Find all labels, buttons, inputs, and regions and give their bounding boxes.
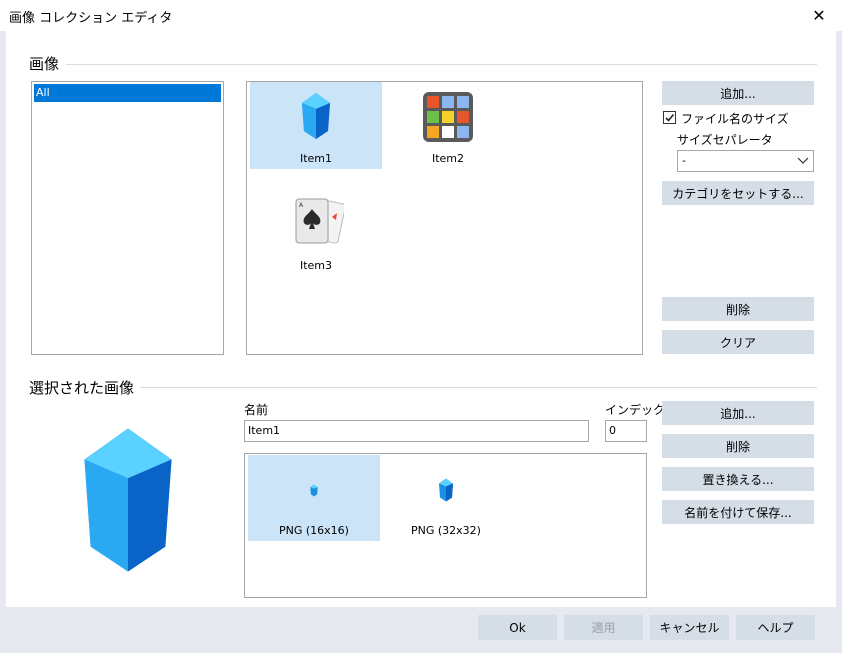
crystal-icon [439, 478, 453, 502]
image-size-list[interactable]: PNG (16x16) PNG (32x32) [244, 453, 647, 598]
selected-section-divider [140, 387, 817, 388]
name-input[interactable]: Item1 [244, 420, 589, 442]
image-collection-editor-window: 画像 コレクション エディタ ✕ 画像 All Item1 Item2 A It… [0, 0, 842, 653]
size-item-16[interactable]: PNG (16x16) [248, 455, 380, 541]
index-input[interactable]: 0 [605, 420, 647, 442]
image-item-item1[interactable]: Item1 [250, 82, 382, 169]
delete-size-button[interactable]: 削除 [662, 434, 814, 458]
window-frame-left [0, 31, 6, 607]
filename-size-checkbox[interactable] [663, 111, 676, 124]
image-item-label: Item1 [299, 152, 333, 165]
add-size-button[interactable]: 追加... [662, 401, 814, 425]
crystal-icon [302, 93, 330, 139]
window-title: 画像 コレクション エディタ [9, 11, 173, 26]
save-as-button[interactable]: 名前を付けて保存... [662, 500, 814, 524]
size-separator-label: サイズセパレータ [677, 133, 773, 147]
size-item-label: PNG (32x32) [411, 524, 481, 537]
help-button[interactable]: ヘルプ [736, 615, 815, 640]
image-item-item3[interactable]: A Item3 [250, 189, 382, 276]
image-item-item2[interactable]: Item2 [382, 82, 514, 169]
delete-image-button[interactable]: 削除 [662, 297, 814, 321]
replace-button[interactable]: 置き換える... [662, 467, 814, 491]
set-category-button[interactable]: カテゴリをセットする... [662, 181, 814, 205]
clear-button[interactable]: クリア [662, 330, 814, 354]
image-item-label: Item2 [431, 152, 465, 165]
title-bar: 画像 コレクション エディタ ✕ [0, 0, 842, 31]
ok-button[interactable]: Ok [478, 615, 557, 640]
filename-size-label: ファイル名のサイズ [681, 112, 789, 126]
dialog-footer: Ok 適用 キャンセル ヘルプ [0, 607, 842, 653]
window-frame-right [836, 31, 842, 607]
category-item-all[interactable]: All [34, 84, 221, 102]
image-item-label: Item3 [299, 259, 333, 272]
size-separator-value: - [682, 154, 686, 167]
crystal-icon [310, 484, 318, 497]
images-section-title: 画像 [29, 53, 66, 74]
size-item-label: PNG (16x16) [279, 524, 349, 537]
checkmark-icon [665, 113, 675, 122]
apply-button[interactable]: 適用 [564, 615, 643, 640]
category-list[interactable]: All [31, 81, 224, 355]
selected-image-preview [84, 428, 172, 572]
image-list[interactable]: Item1 Item2 A Item3 [246, 81, 643, 355]
size-separator-select[interactable]: - [677, 150, 814, 172]
images-section-divider [66, 64, 817, 65]
chevron-down-icon [797, 157, 809, 164]
size-item-32[interactable]: PNG (32x32) [380, 455, 512, 541]
playing-cards-icon: A [295, 198, 344, 244]
color-grid-icon [423, 92, 473, 142]
add-image-button[interactable]: 追加... [662, 81, 814, 105]
name-label: 名前 [244, 403, 269, 417]
selected-section-title: 選択された画像 [29, 377, 141, 398]
close-icon[interactable]: ✕ [796, 0, 842, 31]
cancel-button[interactable]: キャンセル [650, 615, 729, 640]
